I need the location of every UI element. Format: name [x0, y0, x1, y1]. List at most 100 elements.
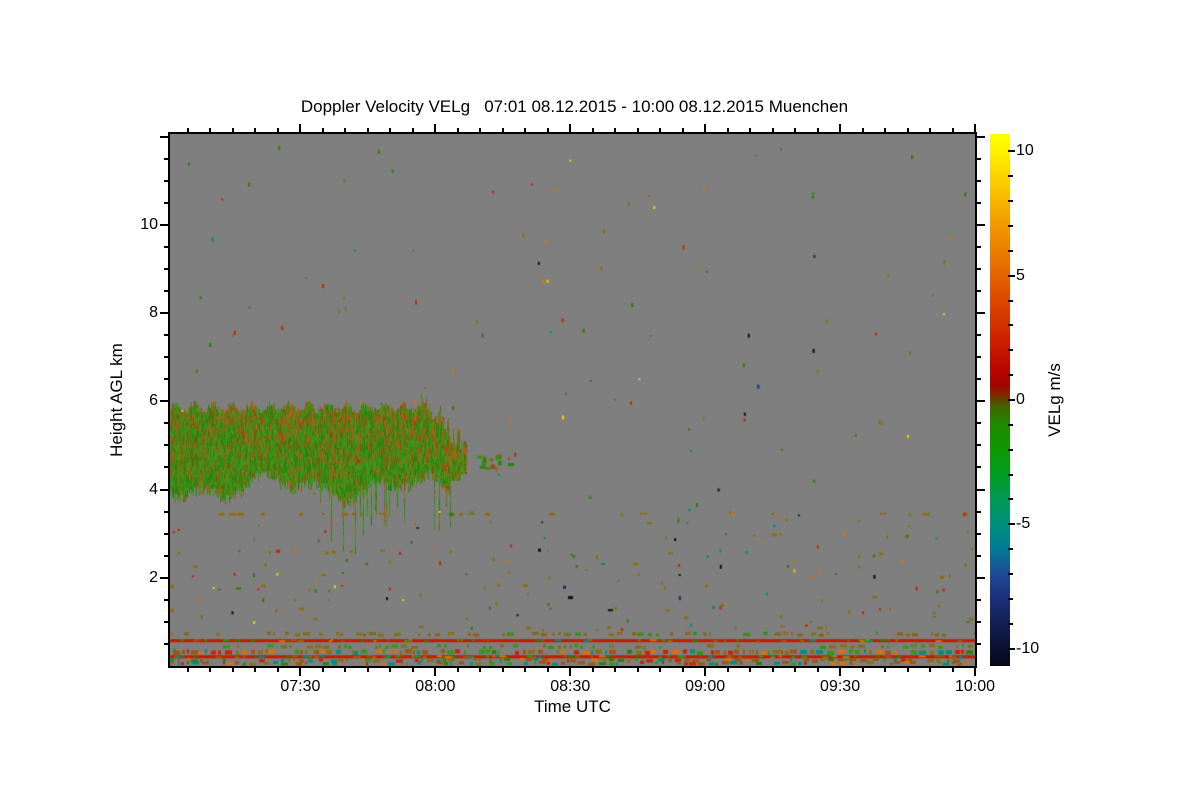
x-minor-tick-top [951, 128, 954, 132]
colorbar-minor-tick [1008, 224, 1013, 227]
x-axis-title: Time UTC [534, 697, 611, 716]
y-minor-tick [164, 378, 168, 381]
colorbar-minor-tick [1008, 324, 1013, 327]
colorbar-minor-tick [1008, 423, 1013, 426]
x-minor-tick-top [254, 128, 257, 132]
x-minor-tick-top [614, 128, 617, 132]
y-major-tick-right [977, 400, 985, 403]
x-major-tick-top [974, 124, 976, 132]
y-minor-tick [164, 356, 168, 359]
x-minor-tick-top [681, 128, 684, 132]
x-tick-label: 09:30 [820, 678, 861, 695]
plot-frame [168, 132, 977, 668]
x-major-tick [839, 668, 842, 676]
y-minor-tick-right [977, 532, 981, 535]
x-minor-tick [929, 668, 932, 672]
colorbar-minor-tick [1008, 299, 1013, 302]
colorbar-minor-tick [1008, 498, 1013, 501]
y-minor-tick [164, 179, 168, 182]
x-major-tick [974, 668, 976, 676]
x-minor-tick-top [344, 128, 347, 132]
colorbar-major-tick [1008, 274, 1015, 277]
x-tick-label: 08:30 [550, 678, 591, 695]
y-major-tick [160, 488, 168, 491]
y-minor-tick [164, 620, 168, 623]
y-minor-tick [164, 334, 168, 337]
x-minor-tick-top [186, 128, 189, 132]
x-minor-tick [659, 668, 662, 672]
y-minor-tick-right [977, 245, 981, 248]
x-minor-tick [906, 668, 909, 672]
y-minor-tick [164, 554, 168, 557]
x-minor-tick [456, 668, 459, 672]
y-minor-tick-right [977, 290, 981, 293]
x-minor-tick [186, 668, 189, 672]
x-minor-tick [884, 668, 887, 672]
colorbar-minor-tick [1008, 175, 1013, 178]
y-minor-tick [164, 532, 168, 535]
doppler-velocity-figure: Doppler Velocity VELg 07:01 08.12.2015 -… [0, 0, 1200, 800]
x-minor-tick-top [389, 128, 392, 132]
colorbar-tick-label: 10 [1016, 142, 1034, 160]
colorbar-minor-tick [1008, 473, 1013, 476]
x-minor-tick [794, 668, 797, 672]
colorbar-minor-tick [1008, 200, 1013, 203]
y-minor-tick [164, 510, 168, 513]
y-minor-tick [164, 642, 168, 645]
colorbar-major-tick [1008, 523, 1015, 526]
colorbar-major-tick [1008, 150, 1015, 153]
x-minor-tick-top [321, 128, 324, 132]
x-minor-tick [501, 668, 504, 672]
y-tick-label: 6 [149, 392, 158, 410]
colorbar-tick-label: 0 [1016, 391, 1025, 408]
x-minor-tick-top [411, 128, 414, 132]
x-minor-tick [209, 668, 212, 672]
y-minor-tick-right [977, 444, 981, 447]
x-minor-tick [546, 668, 549, 672]
y-minor-tick [164, 157, 168, 160]
x-minor-tick [636, 668, 639, 672]
y-minor-tick-right [977, 179, 981, 182]
x-minor-tick-top [816, 128, 819, 132]
y-minor-tick-right [977, 598, 981, 601]
x-minor-tick [479, 668, 482, 672]
x-major-tick-top [434, 124, 437, 132]
x-major-tick [434, 668, 437, 676]
x-minor-tick [524, 668, 527, 672]
x-minor-tick [614, 668, 617, 672]
x-minor-tick-top [276, 128, 279, 132]
y-minor-tick-right [977, 356, 981, 359]
x-minor-tick [726, 668, 729, 672]
y-minor-tick-right [977, 157, 981, 160]
x-major-tick-top [569, 124, 572, 132]
y-minor-tick [164, 201, 168, 204]
x-minor-tick-top [591, 128, 594, 132]
colorbar-major-tick [1008, 647, 1015, 650]
x-minor-tick-top [479, 128, 482, 132]
x-minor-tick-top [906, 128, 909, 132]
x-minor-tick [771, 668, 774, 672]
colorbar-minor-tick [1008, 573, 1013, 576]
colorbar-major-tick [1008, 399, 1015, 401]
x-minor-tick [344, 668, 347, 672]
x-minor-tick [861, 668, 864, 672]
x-minor-tick [951, 668, 954, 672]
x-minor-tick [321, 668, 324, 672]
x-minor-tick [366, 668, 369, 672]
y-major-tick [160, 135, 168, 138]
y-minor-tick-right [977, 466, 981, 469]
colorbar-minor-tick [1008, 374, 1013, 377]
x-minor-tick-top [546, 128, 549, 132]
x-minor-tick-top [749, 128, 752, 132]
y-tick-label: 10 [140, 215, 158, 233]
colorbar-minor-tick [1008, 249, 1013, 252]
y-minor-tick-right [977, 510, 981, 513]
y-major-tick-right [977, 223, 985, 226]
x-major-tick [704, 668, 707, 676]
y-major-tick [160, 312, 168, 315]
x-minor-tick [411, 668, 414, 672]
y-major-tick-right [977, 312, 985, 315]
heatmap-canvas [170, 134, 975, 666]
x-minor-tick-top [861, 128, 864, 132]
y-major-tick-right [977, 576, 985, 579]
